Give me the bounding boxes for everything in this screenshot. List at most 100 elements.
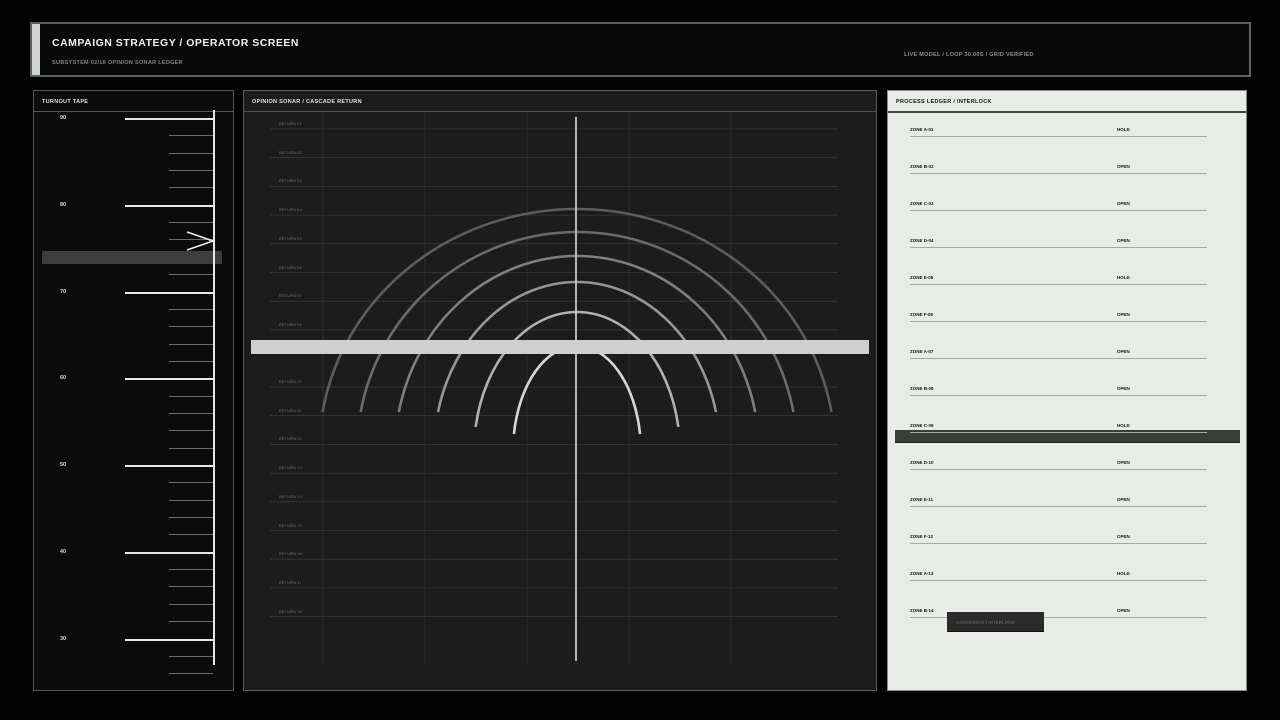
- tape-label: 50: [60, 462, 67, 468]
- tape-minor-tick: [169, 673, 213, 675]
- tape-minor-tick: [169, 135, 213, 137]
- process-ledger-panel: PROCESS LEDGER / INTERLOCK ZONE A-01 HOLD…: [887, 90, 1247, 691]
- return-label: RETURN 17: [279, 580, 302, 585]
- row-divider: [910, 395, 1207, 396]
- tape-major-tick: [125, 378, 213, 381]
- zone-status-badge: OPEN: [1117, 534, 1130, 539]
- tape-minor-tick: [169, 430, 213, 432]
- tape-major-tick: [125, 551, 213, 554]
- turnout-tape-panel: TURNOUT TAPE 90 80 70 60 50 40 30: [33, 90, 234, 691]
- tape-major-tick: [125, 118, 213, 120]
- zone-status-badge: OPEN: [1117, 608, 1130, 613]
- sonar-display: [270, 112, 838, 664]
- return-label: RETURN 07: [279, 294, 302, 299]
- zone-label: ZONE C-09: [910, 423, 934, 428]
- return-label: RETURN 15: [279, 523, 302, 528]
- zone-status-badge: OPEN: [1117, 497, 1130, 502]
- tape-label: 40: [60, 548, 67, 555]
- tape-minor-tick: [169, 569, 213, 571]
- zone-label: ZONE A-01: [910, 127, 934, 132]
- row-divider: [910, 173, 1207, 174]
- zone-status-badge: OPEN: [1117, 201, 1130, 206]
- zone-status-badge: HOLD: [1117, 571, 1130, 576]
- tape-minor-tick: [169, 586, 213, 588]
- row-divider: [910, 432, 1207, 433]
- sonar-panel-title: OPINION SONAR / CASCADE RETURN: [252, 99, 362, 105]
- tape-minor-tick: [169, 152, 213, 154]
- tape-minor-tick: [169, 482, 213, 484]
- sonar-sweep-band: [251, 340, 869, 354]
- return-label: RETURN 06: [279, 265, 302, 270]
- return-label: RETURN 08: [279, 322, 302, 327]
- cascade-arc: [474, 310, 680, 428]
- zone-status-badge: HOLD: [1117, 423, 1130, 428]
- row-divider: [910, 469, 1207, 470]
- tape-major-tick: [125, 638, 213, 641]
- opinion-sonar-panel: OPINION SONAR / CASCADE RETURN RETURN 01…: [243, 90, 877, 691]
- zone-label: ZONE F-06: [910, 312, 934, 317]
- zone-label: ZONE E-05: [910, 275, 934, 280]
- turnout-marker-band: [42, 251, 222, 264]
- zone-status-badge: OPEN: [1117, 460, 1130, 465]
- cascade-arc: [512, 344, 642, 435]
- tape-minor-tick: [169, 222, 213, 224]
- row-divider: [910, 358, 1207, 359]
- row-divider: [910, 543, 1207, 544]
- tape-minor-tick: [169, 343, 213, 345]
- tape-minor-tick: [169, 187, 213, 189]
- return-label: RETURN 02: [279, 150, 302, 155]
- return-label: RETURN 13: [279, 466, 302, 471]
- tape-minor-tick: [169, 603, 213, 605]
- tape-minor-tick: [169, 517, 213, 519]
- tape-minor-tick: [169, 170, 213, 172]
- tape-minor-tick: [169, 499, 213, 501]
- zone-label: ZONE F-12: [910, 534, 934, 539]
- tape-label: 60: [60, 375, 67, 382]
- cascade-arc: [321, 207, 833, 413]
- cascade-arc: [397, 254, 757, 413]
- model-status: LIVE MODEL / LOOP 30.00S / GRID VERIFIED: [904, 52, 1034, 58]
- return-label: RETURN 16: [279, 552, 302, 557]
- return-label: RETURN 12: [279, 437, 302, 442]
- tape-minor-tick: [169, 274, 213, 276]
- chip-label: CONSENSUS / INTERLOCK: [956, 620, 1015, 625]
- return-label: RETURN 18: [279, 609, 302, 614]
- zone-label: ZONE B-08: [910, 386, 934, 391]
- tape-minor-tick: [169, 395, 213, 397]
- panel-divider: [34, 111, 233, 112]
- return-label: RETURN 10: [279, 380, 302, 384]
- zone-label: ZONE A-13: [910, 571, 934, 576]
- zone-status-badge: OPEN: [1117, 349, 1130, 354]
- row-divider: [910, 284, 1207, 285]
- zone-label: ZONE E-11: [910, 497, 934, 502]
- header-bar: CAMPAIGN STRATEGY / OPERATOR SCREEN SUBS…: [30, 22, 1251, 77]
- zone-label: ZONE B-02: [910, 164, 934, 169]
- consensus-interlock-chip[interactable]: CONSENSUS / INTERLOCK: [947, 612, 1044, 632]
- cascade-arcs: [321, 207, 833, 435]
- return-label: RETURN 14: [279, 494, 302, 499]
- return-label: RETURN 03: [279, 179, 302, 184]
- header-accent-bar: [32, 24, 40, 75]
- ledger-panel-title: PROCESS LEDGER / INTERLOCK: [896, 99, 992, 105]
- zone-label: ZONE A-07: [910, 349, 934, 354]
- page-title: CAMPAIGN STRATEGY / OPERATOR SCREEN: [52, 37, 299, 49]
- panel-divider: [888, 111, 1246, 113]
- zone-status-badge: OPEN: [1117, 164, 1130, 169]
- tape-minor-tick: [169, 447, 213, 449]
- return-label: RETURN 01: [279, 122, 302, 126]
- row-divider: [910, 321, 1207, 322]
- return-label: RETURN 11: [279, 408, 302, 413]
- zone-status-badge: HOLD: [1117, 275, 1130, 280]
- tape-label: 80: [60, 201, 67, 208]
- zone-label: ZONE B-14: [910, 608, 934, 613]
- tape-label: 70: [60, 288, 67, 295]
- tape-minor-tick: [169, 412, 213, 414]
- zone-status-badge: OPEN: [1117, 312, 1130, 317]
- tape-minor-tick: [169, 655, 213, 657]
- tape-minor-tick: [169, 360, 213, 362]
- row-divider: [910, 506, 1207, 507]
- tape-minor-tick: [169, 534, 213, 536]
- subsystem-label: SUBSYSTEM 02/18 OPINION SONAR LEDGER: [52, 60, 183, 66]
- return-label: RETURN 05: [279, 236, 302, 241]
- return-label: RETURN 04: [279, 208, 302, 213]
